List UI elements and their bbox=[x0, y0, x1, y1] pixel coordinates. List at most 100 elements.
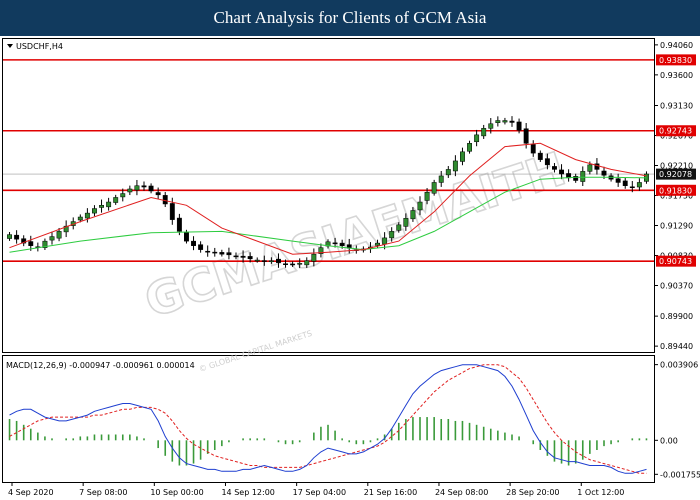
candle-body-bear bbox=[148, 185, 154, 192]
candle-body-bear bbox=[559, 169, 564, 175]
candle-body-bull bbox=[134, 185, 140, 191]
candle-body-bear bbox=[191, 240, 196, 246]
candle-body-bear bbox=[339, 242, 345, 246]
price-tick-label: 0.93130 bbox=[660, 102, 693, 111]
price-tick-label: 0.91290 bbox=[660, 221, 693, 230]
candle-body-bear bbox=[219, 252, 225, 255]
candle-body-bull bbox=[460, 151, 465, 162]
candle-body-bull bbox=[375, 242, 380, 246]
candle-body-bull bbox=[502, 120, 508, 123]
macd-tick-label: -0.001755 bbox=[660, 470, 700, 479]
candle-body-bear bbox=[184, 232, 189, 242]
candle-body-bull bbox=[424, 191, 430, 201]
candle-body-bear bbox=[283, 263, 288, 265]
candle-body-bull bbox=[304, 260, 310, 266]
candle-body-bear bbox=[162, 195, 168, 205]
candle-body-bear bbox=[332, 242, 338, 245]
candle-body-bull bbox=[403, 218, 409, 227]
candle-body-bull bbox=[254, 259, 260, 262]
candle-body-bear bbox=[622, 180, 628, 186]
candle-body-bear bbox=[537, 152, 543, 160]
candle-body-bull bbox=[587, 164, 593, 172]
candle-body-bear bbox=[629, 186, 635, 189]
time-tick-label: 4 Sep 2020 bbox=[8, 488, 54, 497]
macd-label: MACD(12,26,9) -0.000947 -0.000961 0.0000… bbox=[6, 361, 195, 370]
candle-body-bear bbox=[28, 241, 34, 246]
candle-body-bull bbox=[431, 182, 437, 194]
candle-body-bear bbox=[530, 144, 536, 154]
time-tick-label: 28 Sep 20:00 bbox=[506, 488, 559, 497]
candle-body-bull bbox=[445, 169, 451, 176]
candle-body-bull bbox=[49, 236, 55, 241]
candle-body-bear bbox=[176, 217, 182, 232]
macd-axis: 0.003906 0.00 -0.001755 bbox=[654, 361, 700, 479]
candle-body-bull bbox=[7, 234, 12, 239]
candle-body-bear bbox=[276, 258, 281, 263]
candle-body-bull bbox=[56, 231, 62, 239]
candle bbox=[431, 179, 437, 196]
candle-body-bear bbox=[141, 185, 147, 188]
macd-tick-label: 0.00 bbox=[660, 436, 678, 445]
price-axis: 0.940600.936000.931300.926700.922100.917… bbox=[654, 41, 693, 351]
page-title: Chart Analysis for Clients of GCM Asia bbox=[0, 0, 700, 36]
candle-body-bull bbox=[410, 210, 416, 220]
macd-pane-frame bbox=[2, 355, 655, 483]
price-tick-label: 0.89440 bbox=[660, 342, 693, 351]
candle-body-bear bbox=[233, 255, 239, 258]
candle-body-bear bbox=[14, 234, 20, 240]
macd-tick-label: 0.003906 bbox=[660, 361, 698, 370]
price-tick-label: 0.90370 bbox=[660, 281, 693, 290]
candle-body-bear bbox=[516, 121, 522, 131]
candle-body-bull bbox=[495, 120, 501, 123]
candle-body-bull bbox=[396, 224, 402, 231]
candle-body-bear bbox=[544, 158, 550, 166]
candle-body-bull bbox=[113, 197, 119, 203]
candle-body-bull bbox=[311, 253, 317, 262]
candle-body-bull bbox=[99, 205, 104, 208]
level-tag-label: 0.91830 bbox=[659, 186, 692, 195]
price-tick-label: 0.89900 bbox=[660, 312, 693, 321]
candle-body-bear bbox=[155, 192, 161, 196]
current-price-tag: 0.92078 bbox=[656, 168, 696, 180]
candle-body-bull bbox=[77, 216, 83, 221]
candle-body-bear bbox=[212, 251, 218, 254]
candle-body-bear bbox=[552, 166, 557, 170]
time-tick-label: 17 Sep 04:00 bbox=[293, 488, 346, 497]
time-tick-label: 14 Sep 12:00 bbox=[221, 488, 274, 497]
candle-body-bull bbox=[438, 175, 444, 183]
candle-body-bull bbox=[474, 134, 480, 143]
price-tick-label: 0.94060 bbox=[660, 41, 693, 50]
candle-body-bear bbox=[198, 244, 204, 250]
candle-body-bull bbox=[488, 123, 494, 129]
candle-body-bull bbox=[92, 208, 97, 214]
candle-body-bear bbox=[615, 178, 621, 183]
candle-body-bear bbox=[601, 170, 607, 176]
candle-body-bull bbox=[127, 188, 133, 193]
symbol-label: USDCHF,H4 bbox=[16, 42, 63, 51]
candle-body-bear bbox=[247, 256, 253, 260]
candle-body-bull bbox=[636, 182, 642, 188]
candle-body-bull bbox=[389, 231, 395, 239]
level-tag-label: 0.90743 bbox=[659, 257, 692, 266]
candle-body-bull bbox=[580, 171, 586, 182]
candle-body-bear bbox=[509, 120, 515, 123]
time-tick-label: 1 Oct 12:00 bbox=[577, 488, 624, 497]
level-tag-label: 0.93830 bbox=[659, 56, 692, 65]
time-tick-label: 10 Sep 00:00 bbox=[150, 488, 203, 497]
candle-body-bull bbox=[452, 160, 458, 172]
candle-body-bear bbox=[169, 203, 175, 220]
candle-body-bull bbox=[106, 201, 112, 208]
time-tick-label: 21 Sep 16:00 bbox=[364, 488, 417, 497]
candle-body-bear bbox=[205, 250, 211, 253]
candle-body-bear bbox=[261, 260, 267, 262]
candle-body-bull bbox=[417, 201, 423, 211]
time-axis: 4 Sep 2020 7 Sep 08:00 10 Sep 00:00 14 Sep … bbox=[8, 482, 624, 497]
time-tick-label: 7 Sep 08:00 bbox=[79, 488, 127, 497]
candle-body-bull bbox=[481, 128, 487, 137]
candle-body-bear bbox=[226, 252, 232, 256]
candle-body-bear bbox=[240, 255, 246, 258]
candle-body-bull bbox=[467, 143, 472, 152]
time-tick-label: 24 Sep 08:00 bbox=[435, 488, 488, 497]
chart-area[interactable]: GCMASIAEMAITH © GLOBAL CAPITAL MARKETS 0… bbox=[0, 36, 700, 500]
candle-body-bull bbox=[268, 260, 274, 262]
